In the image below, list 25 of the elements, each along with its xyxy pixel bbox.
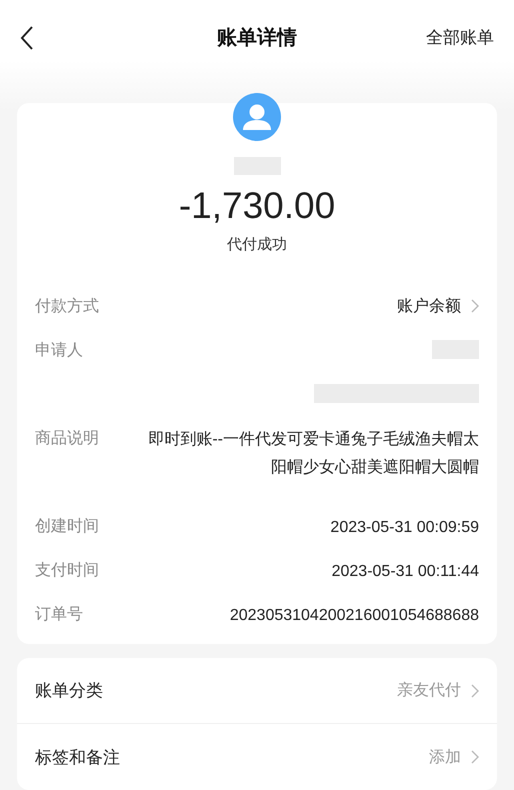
field-value: 即时到账--一件代发可爱卡通兔子毛绒渔夫帽太阳帽少女心甜美遮阳帽大圆帽	[147, 430, 479, 478]
all-bills-link[interactable]: 全部账单	[426, 26, 494, 49]
field-label: 商品说明	[35, 427, 99, 449]
settings-value: 亲友代付	[397, 680, 479, 701]
field-label: 订单号	[35, 603, 83, 625]
settings-label: 账单分类	[35, 680, 103, 702]
field-value: 2023053104200216001054688688	[230, 606, 479, 626]
page-title: 账单详情	[216, 24, 298, 51]
field-value: 2023-05-31 00:11:44	[332, 562, 479, 582]
payment-status: 代付成功	[227, 235, 287, 254]
settings-row[interactable]: 账单分类 亲友代付	[17, 658, 497, 724]
settings-label: 标签和备注	[35, 746, 120, 768]
settings-value: 添加	[429, 746, 479, 768]
field-label: 付款方式	[35, 295, 99, 317]
chevron-right-icon	[471, 750, 479, 764]
chevron-right-icon	[471, 684, 479, 698]
field-value: 2023-05-31 00:09:59	[330, 518, 479, 538]
payment-method-link[interactable]: 账户余额	[397, 294, 479, 318]
settings-row[interactable]: 标签和备注 添加	[17, 724, 497, 790]
amount: -1,730.00	[178, 185, 336, 227]
field-label: 创建时间	[35, 515, 99, 537]
back-icon	[20, 24, 34, 50]
field-label: 申请人	[35, 339, 83, 361]
chevron-right-icon	[471, 299, 479, 313]
field-label: 支付时间	[35, 559, 99, 581]
